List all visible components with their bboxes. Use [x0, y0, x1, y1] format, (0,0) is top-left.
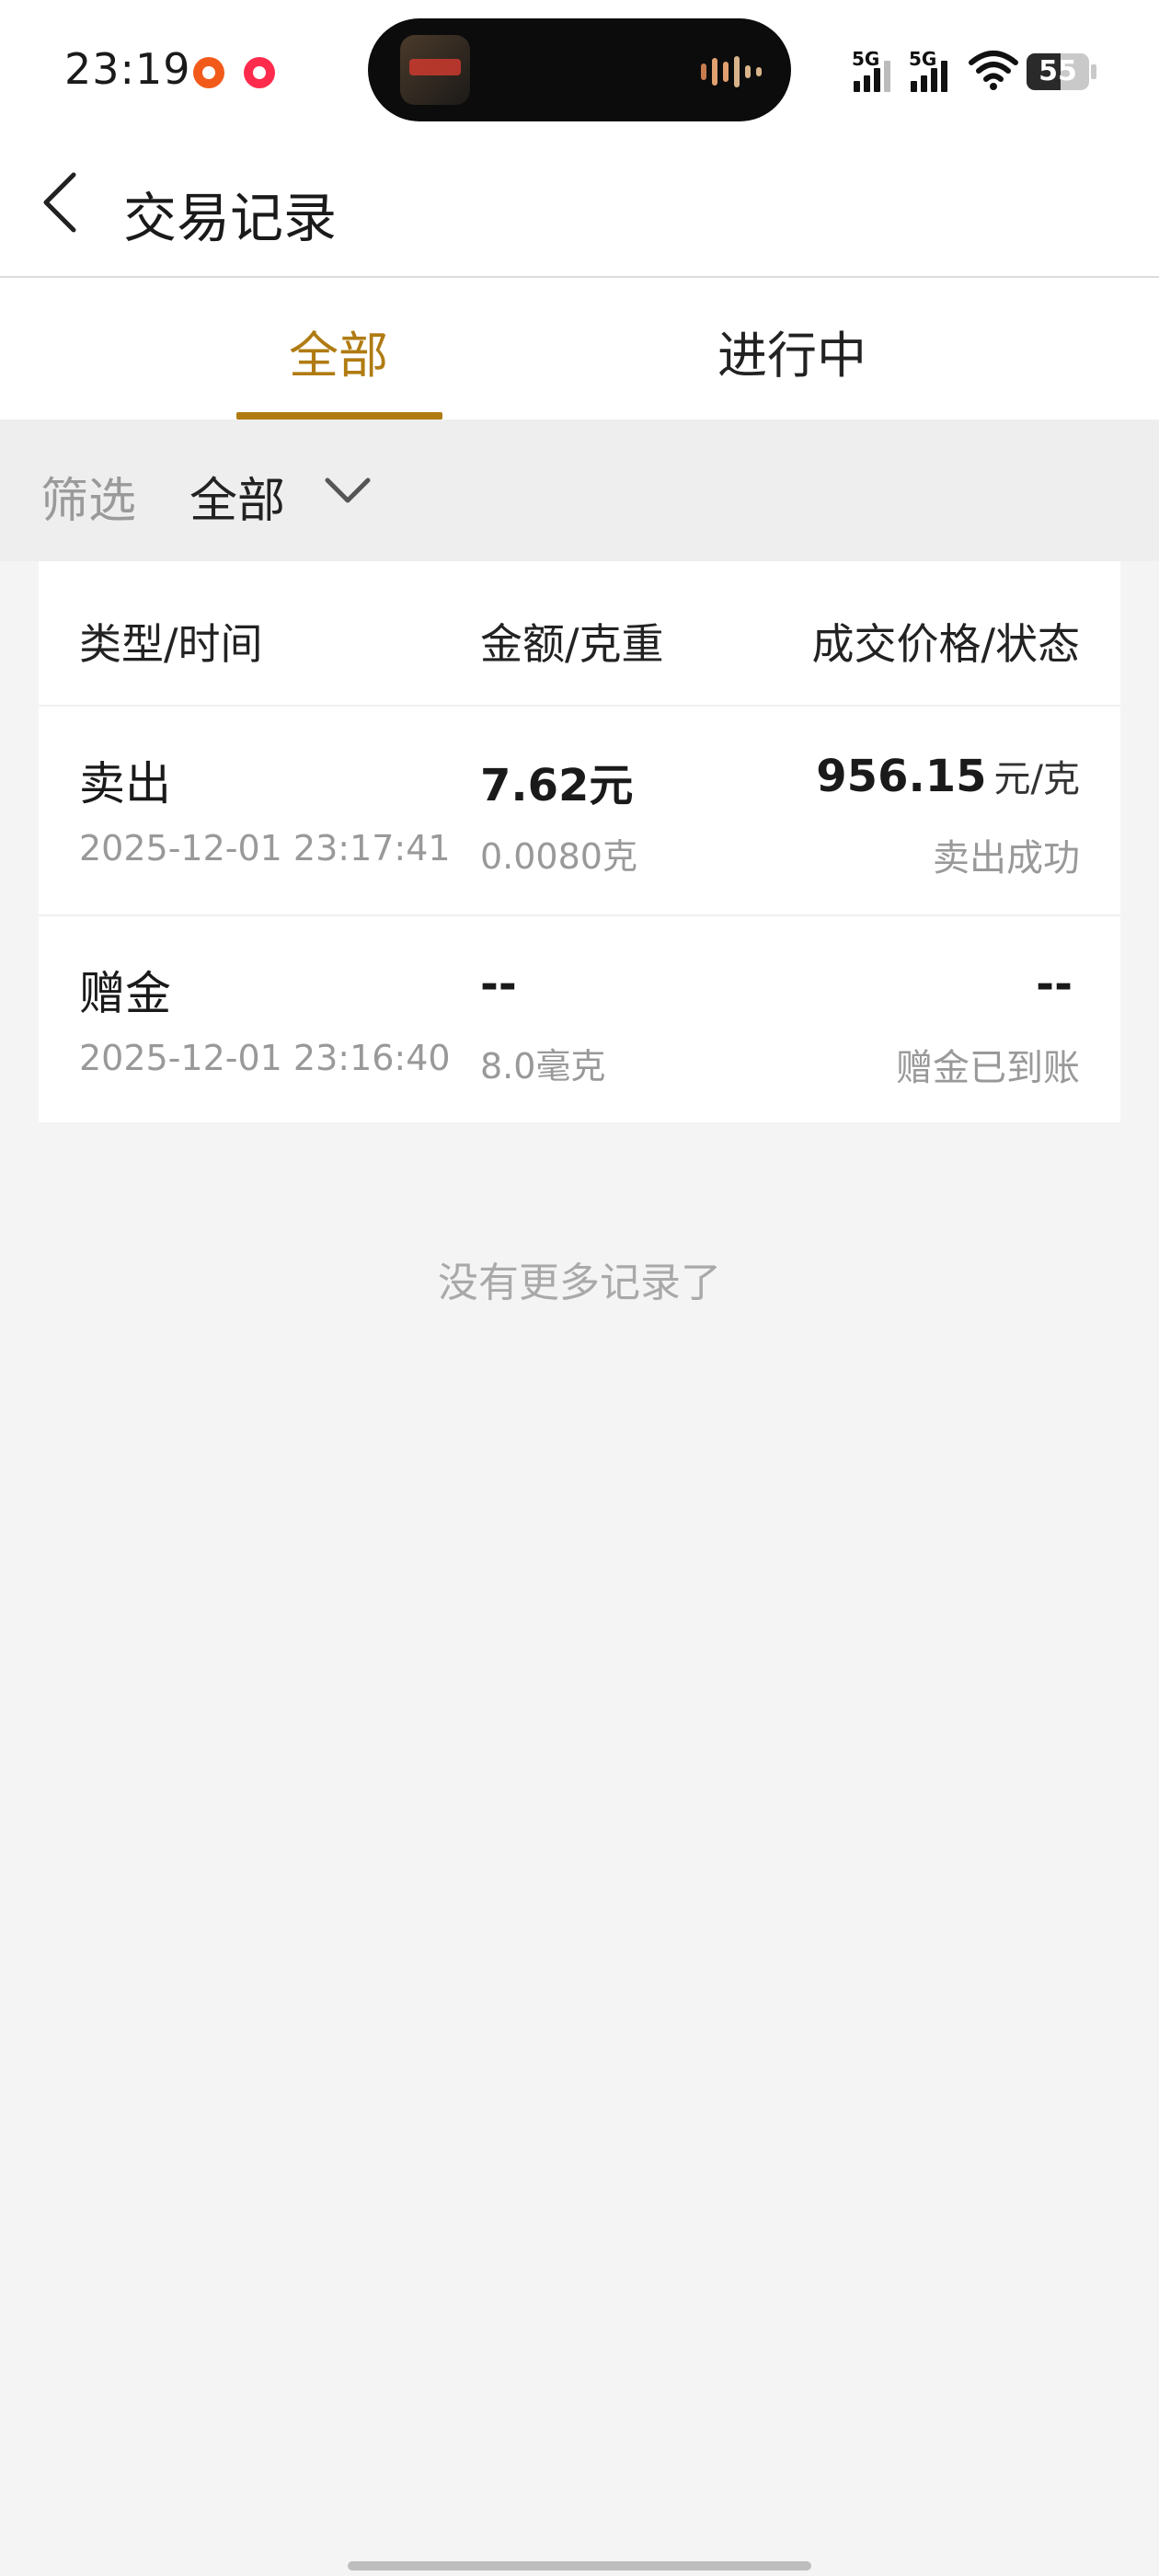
table-row[interactable]: 卖出 2025-12-01 23:17:41 7.62元 0.0080克 956…: [39, 705, 1120, 914]
video-app-notification-icon: [244, 57, 275, 88]
filter-label: 筛选: [40, 474, 137, 529]
page-title: 交易记录: [123, 187, 338, 249]
column-header-type-time: 类型/时间: [79, 619, 263, 669]
transaction-price: --: [1036, 959, 1080, 1010]
nav-header: 交易记录: [0, 138, 1159, 278]
transaction-amount: 7.62元: [480, 760, 634, 811]
back-arrow-icon[interactable]: [37, 166, 92, 239]
dynamic-island[interactable]: [368, 18, 791, 121]
wifi-icon: [969, 51, 1018, 90]
price-value: 956.15: [816, 751, 987, 802]
transaction-time: 2025-12-01 23:17:41: [79, 828, 451, 868]
filter-bar: 筛选 全部: [0, 420, 1159, 561]
chevron-down-icon[interactable]: [322, 473, 373, 510]
battery-icon: 55: [1027, 53, 1089, 90]
tab-all[interactable]: 全部: [289, 315, 388, 387]
battery-tip: [1091, 64, 1096, 79]
transaction-weight: 0.0080克: [480, 836, 637, 877]
transaction-weight: 8.0毫克: [480, 1046, 606, 1087]
active-tab-indicator: [236, 412, 442, 420]
network-type-label-2: 5G: [909, 48, 937, 70]
app-notification-icon: [193, 57, 224, 88]
no-more-records: 没有更多记录了: [438, 1259, 721, 1306]
transaction-amount: --: [480, 959, 517, 1010]
column-header-price-status: 成交价格/状态: [811, 619, 1081, 669]
price-unit: 元/克: [993, 758, 1080, 800]
transaction-status: 赠金已到账: [896, 1047, 1080, 1089]
column-header-amount-weight: 金额/克重: [480, 619, 664, 669]
media-artwork-icon: [400, 35, 470, 105]
transaction-time: 2025-12-01 23:16:40: [79, 1038, 451, 1078]
table-row[interactable]: 赠金 2025-12-01 23:16:40 -- 8.0毫克 -- 赠金已到账: [39, 914, 1120, 1124]
status-time: 23:19: [64, 44, 191, 94]
status-bar: 23:19 5G 5G 55: [0, 0, 1159, 138]
tab-bar: 全部 进行中: [0, 278, 1159, 420]
network-type-label: 5G: [852, 48, 880, 70]
transaction-price: 956.15 元/克: [816, 749, 1080, 802]
filter-dropdown[interactable]: 全部: [189, 462, 285, 531]
transaction-table: 类型/时间 金额/克重 成交价格/状态 卖出 2025-12-01 23:17:…: [39, 561, 1120, 1122]
battery-level: 55: [1039, 55, 1077, 87]
price-value: --: [1036, 959, 1073, 1010]
transaction-status: 卖出成功: [933, 837, 1080, 880]
transaction-type: 卖出: [79, 757, 171, 811]
home-indicator[interactable]: [348, 2561, 811, 2570]
transaction-type: 赠金: [79, 967, 171, 1020]
tab-in-progress[interactable]: 进行中: [717, 315, 866, 387]
